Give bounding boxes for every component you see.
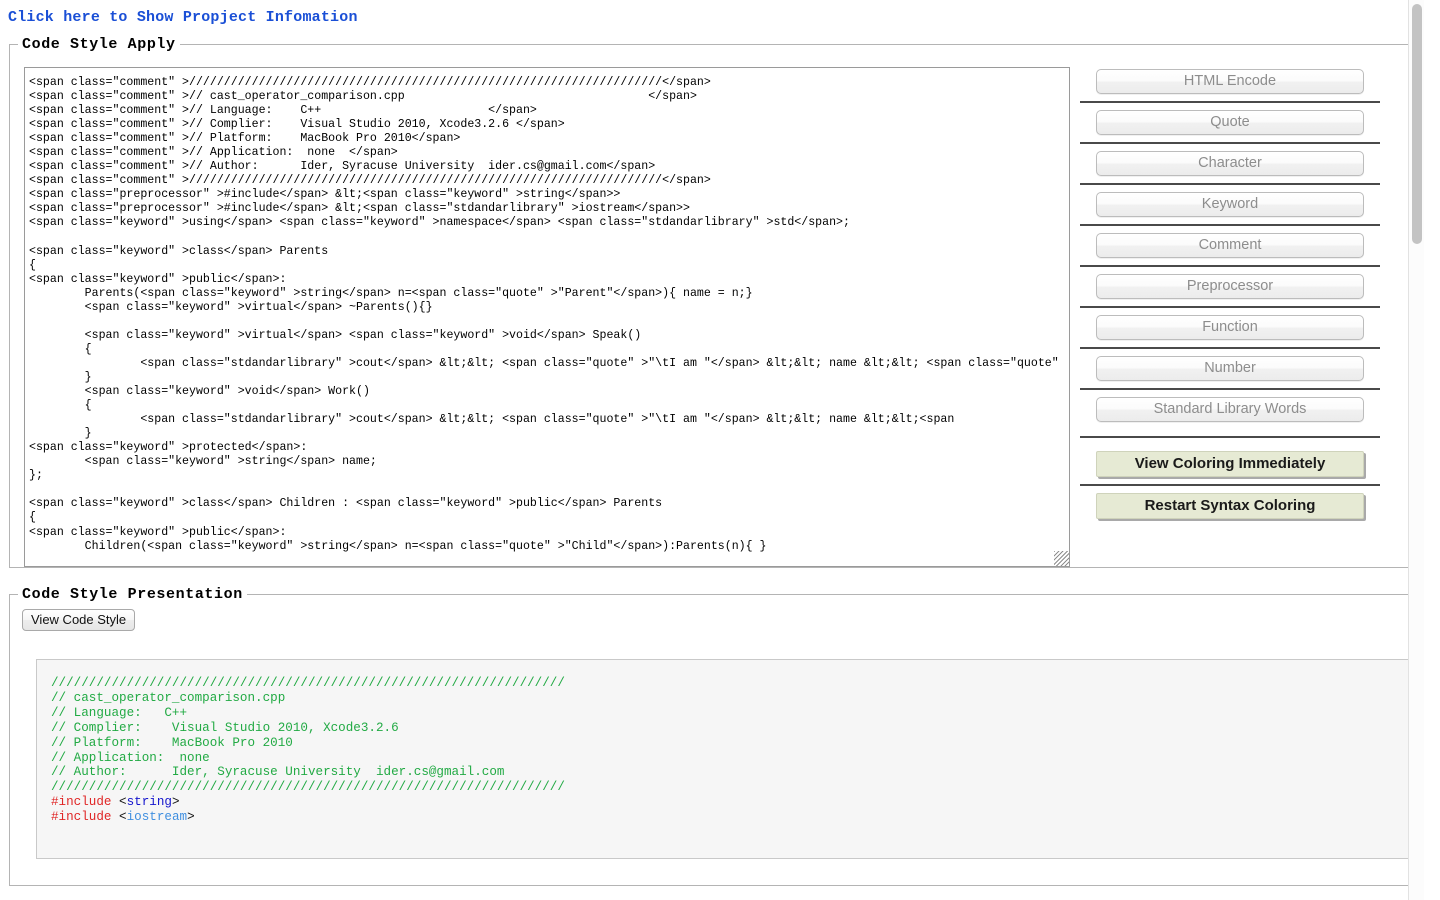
view-code-style-button[interactable]: View Code Style (22, 609, 136, 631)
button-separator (1080, 224, 1380, 226)
button-separator (1080, 306, 1380, 308)
code-style-preview: ////////////////////////////////////////… (36, 659, 1414, 859)
code-token-comment: // Complier: Visual Studio 2010, Xcode3.… (51, 720, 399, 735)
button-separator (1080, 484, 1380, 486)
page-scrollbar-thumb[interactable] (1412, 4, 1422, 244)
code-token-plain: < (111, 795, 127, 810)
code-style-apply-legend: Code Style Apply (22, 36, 176, 53)
code-token-plain: > (171, 795, 180, 810)
code-style-presentation-panel: Code Style Presentation View Code Style … (9, 586, 1424, 886)
code-token-comment: // Author: Ider, Syracuse University ide… (51, 765, 505, 780)
restart-syntax-coloring-button[interactable]: Restart Syntax Coloring (1096, 493, 1364, 519)
code-style-presentation-legend: Code Style Presentation (22, 586, 243, 603)
quote-button[interactable]: Quote (1096, 110, 1364, 135)
code-token-plain: > (187, 810, 195, 825)
code-token-preprocessor: #include (51, 795, 112, 810)
code-line: // Language: C++ (51, 706, 1403, 721)
code-source-textarea[interactable]: <span class="comment" >/////////////////… (24, 67, 1070, 567)
code-token-stdlib: iostream (126, 810, 188, 825)
button-separator (1080, 183, 1380, 185)
page-root: Click here to Show Propject Infomation C… (0, 0, 1424, 900)
button-separator (1080, 347, 1380, 349)
standard-library-words-button[interactable]: Standard Library Words (1096, 397, 1364, 422)
code-line: ////////////////////////////////////////… (51, 676, 1403, 691)
style-button-column: HTML Encode Quote Character Keyword Comment P… (1080, 67, 1380, 567)
apply-panel-body: <span class="comment" >/////////////////… (10, 53, 1414, 567)
view-coloring-immediately-button[interactable]: View Coloring Immediately (1096, 451, 1364, 477)
function-button[interactable]: Function (1096, 315, 1364, 340)
code-style-apply-panel: Code Style Apply <span class="comment" >… (9, 36, 1415, 568)
code-line: // Application: none (51, 751, 1403, 766)
button-separator (1080, 388, 1380, 390)
code-token-comment: // Language: C++ (51, 705, 188, 720)
keyword-button[interactable]: Keyword (1096, 192, 1364, 217)
character-button[interactable]: Character (1096, 151, 1364, 176)
code-line: ////////////////////////////////////////… (51, 780, 1403, 795)
code-token-comment: ////////////////////////////////////////… (51, 780, 565, 795)
code-line: // Author: Ider, Syracuse University ide… (51, 765, 1403, 780)
code-token-comment: ////////////////////////////////////////… (51, 676, 565, 690)
presentation-panel-body: View Code Style ////////////////////////… (10, 603, 1424, 869)
code-line: // Complier: Visual Studio 2010, Xcode3.… (51, 721, 1403, 736)
code-token-plain: < (111, 810, 127, 825)
code-token-comment: // Platform: MacBook Pro 2010 (51, 735, 293, 750)
number-button[interactable]: Number (1096, 356, 1364, 381)
code-line: // cast_operator_comparison.cpp (51, 691, 1403, 706)
html-encode-button[interactable]: HTML Encode (1096, 69, 1364, 94)
comment-button[interactable]: Comment (1096, 233, 1364, 258)
button-separator (1080, 265, 1380, 267)
code-input-container: <span class="comment" >/////////////////… (24, 67, 1070, 567)
code-line: // Platform: MacBook Pro 2010 (51, 736, 1403, 751)
page-scrollbar[interactable] (1408, 0, 1424, 900)
show-project-information-link[interactable]: Click here to Show Propject Infomation (8, 9, 358, 26)
code-token-comment: // cast_operator_comparison.cpp (51, 690, 286, 705)
button-separator (1080, 436, 1380, 438)
code-token-keyword: string (126, 795, 172, 810)
button-separator (1080, 142, 1380, 144)
code-token-comment: // Application: none (51, 750, 210, 765)
code-token-preprocessor: #include (51, 810, 112, 825)
code-line: #include <iostream> (51, 810, 1403, 825)
code-line: #include <string> (51, 795, 1403, 810)
preprocessor-button[interactable]: Preprocessor (1096, 274, 1364, 299)
button-separator (1080, 101, 1380, 103)
